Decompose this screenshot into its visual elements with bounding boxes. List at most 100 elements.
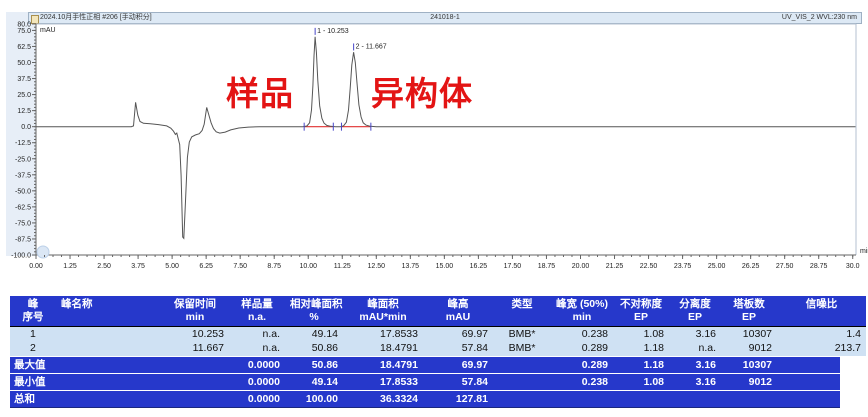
table-cell: n.a. [229,326,285,341]
table-cell: 总和 [10,390,56,407]
svg-text:13.75: 13.75 [402,263,420,270]
table-cell: 0.0000 [229,390,285,407]
table-header-cell: 峰名称 [56,296,161,326]
svg-text:50.0: 50.0 [17,60,31,67]
svg-text:28.75: 28.75 [810,263,828,270]
integration-results: 峰序号峰名称 保留时间min样品量n.a.相对峰面积%峰面积mAU*min峰高m… [10,296,866,408]
svg-text:8.75: 8.75 [267,263,281,270]
table-cell: 69.97 [423,326,493,341]
svg-text:-100.0: -100.0 [11,253,31,260]
table-cell: 1.18 [613,341,669,356]
svg-text:-75.0: -75.0 [15,220,31,227]
svg-text:12.50: 12.50 [368,263,386,270]
chromatogram-panel: 2024.10月手性正相 #206 [手动积分] 241018-1 UV_VIS… [0,0,868,282]
table-cell [56,390,161,407]
table-cell: 1.08 [613,326,669,341]
table-header-cell: 保留时间min [161,296,229,326]
svg-text:5.00: 5.00 [165,263,179,270]
table-header-row: 峰序号峰名称 保留时间min样品量n.a.相对峰面积%峰面积mAU*min峰高m… [10,296,866,326]
summary-gap [840,356,866,408]
svg-text:15.00: 15.00 [436,263,454,270]
table-cell [161,356,229,373]
svg-text:-50.0: -50.0 [15,188,31,195]
chromatogram-plot[interactable]: 80.075.062.550.037.525.012.50.0-12.5-25.… [0,0,868,282]
table-row[interactable]: 总和0.0000100.0036.3324127.81 [10,390,866,407]
table-cell: 1.18 [613,356,669,373]
svg-text:1.25: 1.25 [63,263,77,270]
table-row[interactable]: 110.253n.a.49.1417.853369.97BMB*0.2381.0… [10,326,866,341]
annotation-sample: 样品 [226,67,294,115]
table-cell [551,390,613,407]
table-cell [493,390,551,407]
svg-text:25.00: 25.00 [708,263,726,270]
table-cell: 3.16 [669,356,721,373]
svg-text:10.00: 10.00 [299,263,317,270]
table-cell: 0.289 [551,356,613,373]
svg-text:12.5: 12.5 [17,108,31,115]
svg-text:27.50: 27.50 [776,263,794,270]
table-cell: 18.4791 [343,341,423,356]
table-cell [613,390,669,407]
table-row[interactable]: 211.667n.a.50.8618.479157.84BMB*0.2891.1… [10,341,866,356]
table-cell: n.a. [229,341,285,356]
svg-text:3.75: 3.75 [131,263,145,270]
table-header-cell: 信噪比 [777,296,866,326]
table-row[interactable]: 最大值0.000050.8618.479169.970.2891.183.161… [10,356,866,373]
table-cell [161,390,229,407]
svg-text:18.75: 18.75 [538,263,556,270]
table-cell: 10.253 [161,326,229,341]
table-cell: 100.00 [285,390,343,407]
table-cell: 0.0000 [229,373,285,390]
table-cell [56,356,161,373]
table-cell [56,326,161,341]
svg-text:6.25: 6.25 [199,263,213,270]
table-header-cell: 峰序号 [10,296,56,326]
table-cell: 127.81 [423,390,493,407]
table-cell [161,373,229,390]
annotation-isomer: 异构体 [371,67,473,115]
table-header-cell: 峰宽 (50%)min [551,296,613,326]
table-cell: 69.97 [423,356,493,373]
table-cell [721,390,777,407]
table-cell: 57.84 [423,341,493,356]
table-header-cell: 不对称度EP [613,296,669,326]
svg-text:-12.5: -12.5 [15,140,31,147]
table-cell: 57.84 [423,373,493,390]
table-cell: 18.4791 [343,356,423,373]
svg-text:-62.5: -62.5 [15,204,31,211]
table-cell: 0.238 [551,326,613,341]
table-cell: 1.4 [777,326,866,341]
table-cell: BMB* [493,326,551,341]
table-header-cell: 塔板数EP [721,296,777,326]
svg-text:min: min [860,248,868,255]
svg-text:mAU: mAU [40,27,56,34]
svg-text:0.00: 0.00 [29,263,43,270]
table-cell: 50.86 [285,341,343,356]
table-cell: 0.289 [551,341,613,356]
table-cell: 49.14 [285,326,343,341]
table-header-cell: 样品量n.a. [229,296,285,326]
table-cell: 0.0000 [229,356,285,373]
svg-text:21.25: 21.25 [606,263,624,270]
table-cell: 最大值 [10,356,56,373]
svg-text:30.0: 30.0 [846,263,860,270]
table-row[interactable]: 最小值0.000049.1417.853357.840.2381.083.169… [10,373,866,390]
svg-text:17.50: 17.50 [504,263,522,270]
svg-text:25.0: 25.0 [17,92,31,99]
svg-text:62.5: 62.5 [17,44,31,51]
table-cell [669,390,721,407]
table-cell: 50.86 [285,356,343,373]
table-cell: BMB* [493,341,551,356]
svg-text:26.25: 26.25 [742,263,760,270]
table-cell: n.a. [669,341,721,356]
svg-text:-25.0: -25.0 [15,156,31,163]
table-cell: 11.667 [161,341,229,356]
table-header-cell: 分离度EP [669,296,721,326]
table-cell: 3.16 [669,326,721,341]
svg-text:-37.5: -37.5 [15,172,31,179]
table-cell [493,373,551,390]
svg-text:2.50: 2.50 [97,263,111,270]
table-cell: 17.8533 [343,373,423,390]
table-header-cell: 峰面积mAU*min [343,296,423,326]
table-cell: 10307 [721,326,777,341]
